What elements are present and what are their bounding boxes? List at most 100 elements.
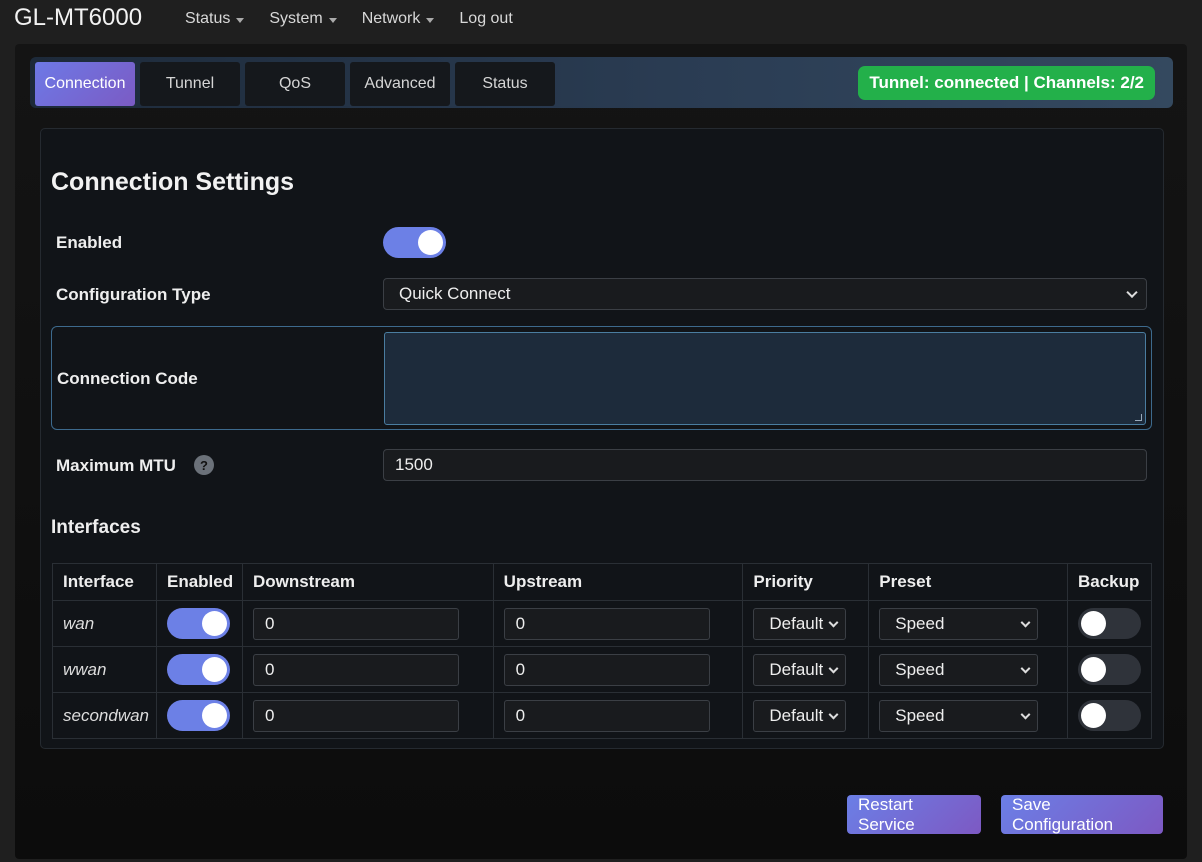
tab-strip: Connection Tunnel QoS Advanced Status Tu… — [30, 57, 1173, 108]
priority-value: Default — [769, 706, 824, 725]
tab-advanced[interactable]: Advanced — [350, 62, 450, 106]
main-nav: Status System Network Log out — [185, 10, 538, 28]
priority-value: Default — [769, 614, 824, 633]
nav-logout[interactable]: Log out — [459, 10, 512, 28]
toggle-knob — [1080, 657, 1106, 682]
nav-network[interactable]: Network — [362, 10, 435, 28]
preset-select[interactable]: Speed — [879, 700, 1039, 732]
backup-cell — [1066, 692, 1153, 739]
interface-name: wan — [52, 600, 157, 647]
downstream-input[interactable]: 0 — [252, 654, 459, 686]
backup-cell — [1066, 646, 1153, 693]
tab-qos[interactable]: QoS — [245, 62, 345, 106]
table-row: secondwan 0 0 Default Speed — [52, 692, 1153, 739]
help-icon[interactable]: ? — [194, 455, 214, 475]
toggle-knob — [201, 703, 227, 728]
tab-connection[interactable]: Connection — [35, 62, 135, 106]
chevron-down-icon — [1020, 663, 1031, 674]
chevron-down-icon — [1020, 709, 1031, 720]
mtu-input[interactable]: 1500 — [383, 449, 1147, 481]
preset-cell: Speed — [868, 600, 1068, 647]
interfaces-title: Interfaces — [51, 517, 141, 538]
config-type-value: Quick Connect — [399, 284, 511, 303]
toggle-knob — [201, 657, 227, 682]
col-priority: Priority — [742, 563, 870, 601]
table-header-row: Interface Enabled Downstream Upstream Pr… — [52, 563, 1153, 601]
preset-cell: Speed — [868, 692, 1068, 739]
chevron-down-icon — [828, 617, 839, 628]
upstream-cell: 0 — [492, 646, 744, 693]
config-type-label: Configuration Type — [56, 285, 211, 304]
nav-system-label: System — [269, 10, 323, 27]
toggle-knob — [1080, 611, 1106, 636]
downstream-cell: 0 — [241, 692, 494, 739]
nav-logout-label: Log out — [459, 10, 513, 27]
col-preset: Preset — [868, 563, 1068, 601]
table-row: wan 0 0 Default Speed — [52, 600, 1153, 647]
downstream-cell: 0 — [241, 646, 494, 693]
priority-select[interactable]: Default — [753, 654, 847, 686]
priority-select[interactable]: Default — [753, 700, 847, 732]
upstream-input[interactable]: 0 — [503, 608, 710, 640]
interfaces-table: Interface Enabled Downstream Upstream Pr… — [52, 563, 1153, 739]
enabled-toggle[interactable] — [383, 227, 446, 258]
toggle-knob — [1080, 703, 1106, 728]
restart-service-button[interactable]: Restart Service — [847, 795, 981, 834]
enabled-label: Enabled — [56, 233, 123, 252]
preset-value: Speed — [895, 660, 945, 679]
section-title: Connection Settings — [51, 168, 295, 196]
enabled-cell — [155, 646, 243, 693]
chevron-down-icon — [328, 17, 337, 23]
chevron-down-icon — [236, 17, 245, 23]
save-configuration-button[interactable]: Save Configuration — [1001, 795, 1163, 834]
nav-status-label: Status — [185, 10, 231, 27]
backup-toggle[interactable] — [1077, 654, 1141, 685]
chevron-down-icon — [1126, 286, 1138, 299]
backup-toggle[interactable] — [1077, 700, 1141, 731]
resize-grip-icon[interactable] — [1135, 414, 1142, 421]
nav-system[interactable]: System — [269, 10, 337, 28]
priority-cell: Default — [742, 646, 870, 693]
chevron-down-icon — [828, 663, 839, 674]
upstream-cell: 0 — [492, 692, 744, 739]
priority-cell: Default — [742, 600, 870, 647]
interface-enabled-toggle[interactable] — [166, 700, 230, 731]
downstream-cell: 0 — [241, 600, 494, 647]
nav-status[interactable]: Status — [185, 10, 245, 28]
upstream-input[interactable]: 0 — [503, 654, 710, 686]
top-bar: GL-MT6000 Status System Network Log out — [0, 0, 1202, 38]
col-downstream: Downstream — [241, 563, 494, 601]
downstream-input[interactable]: 0 — [252, 700, 459, 732]
preset-cell: Speed — [868, 646, 1068, 693]
preset-value: Speed — [895, 706, 945, 725]
config-type-select[interactable]: Quick Connect — [383, 278, 1147, 310]
backup-cell — [1066, 600, 1153, 647]
app-title[interactable]: GL-MT6000 — [14, 4, 142, 32]
mtu-label: Maximum MTU — [56, 456, 176, 475]
col-backup: Backup — [1066, 563, 1153, 601]
preset-select[interactable]: Speed — [879, 608, 1039, 640]
enabled-cell — [155, 600, 243, 647]
enabled-cell — [155, 692, 243, 739]
tab-tunnel[interactable]: Tunnel — [140, 62, 240, 106]
connection-code-label: Connection Code — [57, 369, 198, 388]
downstream-input[interactable]: 0 — [252, 608, 459, 640]
table-row: wwan 0 0 Default Speed — [52, 646, 1153, 693]
preset-select[interactable]: Speed — [879, 654, 1039, 686]
priority-select[interactable]: Default — [753, 608, 847, 640]
connection-code-textarea[interactable] — [384, 332, 1146, 425]
upstream-input[interactable]: 0 — [503, 700, 710, 732]
preset-value: Speed — [895, 614, 945, 633]
tab-status[interactable]: Status — [455, 62, 555, 106]
upstream-cell: 0 — [492, 600, 744, 647]
interface-enabled-toggle[interactable] — [166, 654, 230, 685]
col-enabled: Enabled — [155, 563, 243, 601]
interface-name: secondwan — [52, 692, 157, 739]
backup-toggle[interactable] — [1077, 608, 1141, 639]
priority-value: Default — [769, 660, 824, 679]
toggle-knob — [418, 230, 443, 255]
interface-enabled-toggle[interactable] — [166, 608, 230, 639]
priority-cell: Default — [742, 692, 870, 739]
chevron-down-icon — [828, 709, 839, 720]
col-interface: Interface — [52, 563, 157, 601]
